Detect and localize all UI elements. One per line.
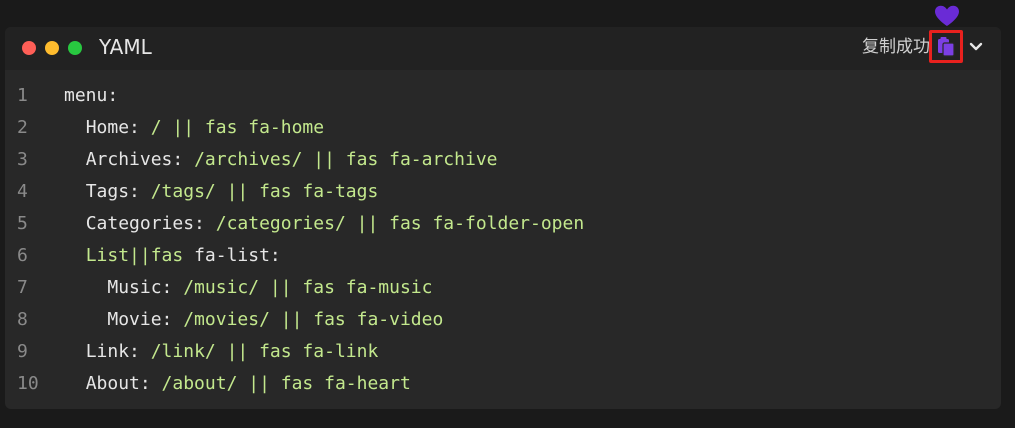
- language-label: YAML: [99, 35, 152, 59]
- line-number: 2: [17, 117, 28, 138]
- code-string: /archives/ || fas fa-archive: [194, 149, 498, 170]
- code-block: YAML 复制成功 1 menu: 2 Home: / || fas fa-home…: [5, 27, 1001, 409]
- code-line: 5 Categories: /categories/ || fas fa-fol…: [5, 208, 1001, 240]
- code-string: /about/ || fas fa-heart: [161, 373, 411, 394]
- code-line: 1 menu:: [5, 80, 1001, 112]
- code-line: 8 Movie: /movies/ || fas fa-video: [5, 304, 1001, 336]
- code-line: 4 Tags: /tags/ || fas fa-tags: [5, 176, 1001, 208]
- line-content: Archives: /archives/ || fas fa-archive: [64, 144, 498, 176]
- code-line: 7 Music: /music/ || fas fa-music: [5, 272, 1001, 304]
- line-number: 4: [17, 181, 28, 202]
- code-line: 9 Link: /link/ || fas fa-link: [5, 336, 1001, 368]
- code-line: 10 About: /about/ || fas fa-heart: [5, 368, 1001, 400]
- code-key: Tags:: [85, 181, 151, 202]
- code-string: /music/ || fas fa-music: [183, 277, 433, 298]
- line-number: 9: [17, 341, 28, 362]
- code-string: List||fas: [85, 245, 184, 266]
- code-body: 1 menu: 2 Home: / || fas fa-home 3 Archives…: [5, 70, 1001, 409]
- code-key: About:: [85, 373, 162, 394]
- line-number: 6: [17, 245, 28, 266]
- code-key: Music:: [107, 277, 184, 298]
- line-content: Music: /music/ || fas fa-music: [64, 272, 432, 304]
- line-content: Link: /link/ || fas fa-link: [64, 336, 379, 368]
- minimize-dot[interactable]: [45, 41, 59, 55]
- copy-status-text: 复制成功: [862, 37, 930, 57]
- line-content: Home: / || fas fa-home: [64, 112, 324, 144]
- code-line: 2 Home: / || fas fa-home: [5, 112, 1001, 144]
- line-content: About: /about/ || fas fa-heart: [64, 368, 411, 400]
- heart-icon: [935, 5, 959, 27]
- code-line: 6 List||fas fa-list:: [5, 240, 1001, 272]
- code-string: /link/ || fas fa-link: [150, 341, 379, 362]
- line-number: 8: [17, 309, 28, 330]
- line-content: Categories: /categories/ || fas fa-folde…: [64, 208, 585, 240]
- maximize-dot[interactable]: [68, 41, 82, 55]
- line-number: 7: [17, 277, 28, 298]
- code-string: /categories/ || fas fa-folder-open: [215, 213, 585, 234]
- code-line: 3 Archives: /archives/ || fas fa-archive: [5, 144, 1001, 176]
- code-key: menu:: [64, 85, 119, 106]
- close-dot[interactable]: [22, 41, 36, 55]
- line-number: 3: [17, 149, 28, 170]
- code-key: Home:: [85, 117, 151, 138]
- code-key: Link:: [85, 341, 151, 362]
- code-key: fa-list:: [183, 245, 281, 266]
- code-key: Archives:: [85, 149, 195, 170]
- line-number: 1: [17, 85, 28, 106]
- line-number: 10: [17, 373, 39, 394]
- code-string: /movies/ || fas fa-video: [183, 309, 444, 330]
- code-string: /tags/ || fas fa-tags: [150, 181, 379, 202]
- line-number: 5: [17, 213, 28, 234]
- code-key: Movie:: [107, 309, 184, 330]
- line-content: Tags: /tags/ || fas fa-tags: [64, 176, 379, 208]
- clipboard-icon: [938, 37, 955, 57]
- line-content: List||fas fa-list:: [64, 240, 281, 272]
- chevron-down-icon[interactable]: [968, 39, 984, 55]
- code-key: Categories:: [85, 213, 216, 234]
- copy-button[interactable]: [929, 30, 963, 63]
- code-header: YAML 复制成功: [5, 27, 1001, 70]
- line-content: Movie: /movies/ || fas fa-video: [64, 304, 443, 336]
- code-string: / || fas fa-home: [150, 117, 325, 138]
- line-content: menu:: [64, 80, 118, 112]
